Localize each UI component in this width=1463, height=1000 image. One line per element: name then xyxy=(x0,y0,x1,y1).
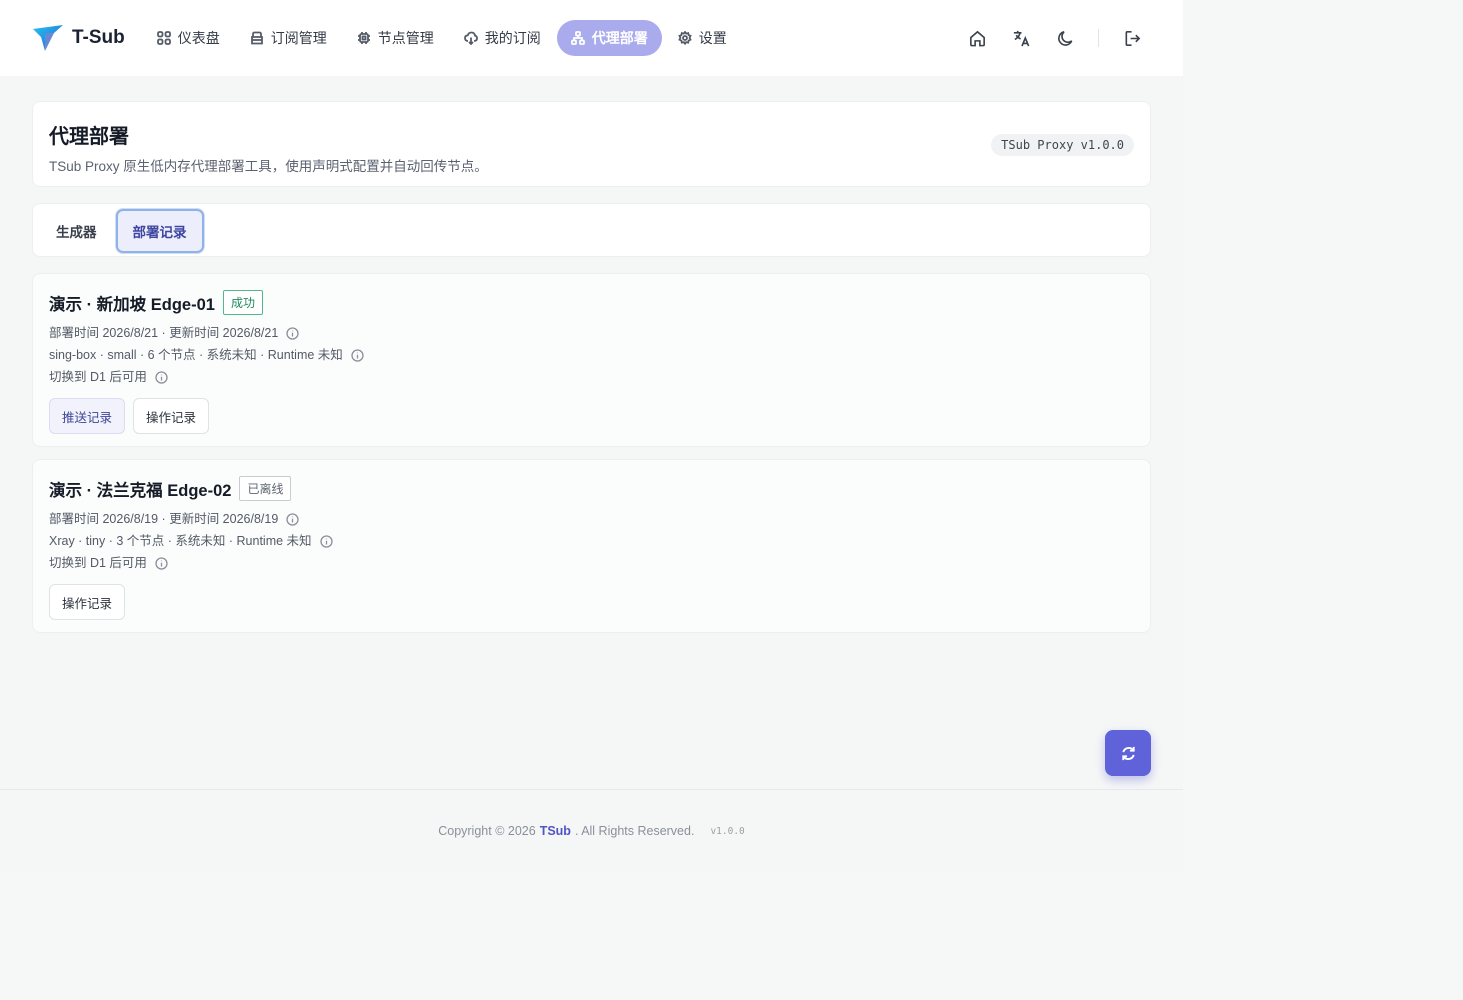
main-nav: 仪表盘 订阅管理 节点管理 我的订阅 代理部署 设置 xyxy=(143,20,741,56)
deployment-spec: Xray · tiny · 3 个节点 · 系统未知 · Runtime 未知 xyxy=(49,535,1134,548)
nav-item-my-subscription[interactable]: 我的订阅 xyxy=(450,20,555,56)
grid-icon xyxy=(156,31,171,45)
info-icon[interactable] xyxy=(155,557,168,570)
cloud-download-icon xyxy=(463,31,478,45)
tab-bar: 生成器 部署记录 xyxy=(32,203,1151,257)
nav-item-label: 订阅管理 xyxy=(270,30,327,46)
status-badge: 成功 xyxy=(222,290,263,315)
page-description: TSub Proxy 原生低内存代理部署工具，使用声明式配置并自动回传节点。 xyxy=(49,159,488,174)
deployment-note-text: 切换到 D1 后可用 xyxy=(49,556,147,570)
deployment-time-text: 部署时间 2026/8/21 · 更新时间 2026/8/21 xyxy=(49,326,279,340)
app-logo[interactable]: T-Sub xyxy=(32,24,125,52)
logout-icon xyxy=(1125,30,1140,46)
nav-item-subscriptions[interactable]: 订阅管理 xyxy=(236,20,341,56)
deployment-title-row: 演示 · 法兰克福 Edge-02 已离线 xyxy=(49,476,1134,501)
info-icon[interactable] xyxy=(286,513,299,526)
tab-generator[interactable]: 生成器 xyxy=(41,209,112,253)
version-badge: TSub Proxy v1.0.0 xyxy=(991,134,1134,156)
translate-icon xyxy=(1013,30,1029,46)
page-title: 代理部署 xyxy=(49,126,129,148)
deployment-title-row: 演示 · 新加坡 Edge-01 成功 xyxy=(49,290,1134,315)
info-icon[interactable] xyxy=(319,535,333,548)
app-root: T-Sub 仪表盘 订阅管理 节点管理 我的订阅 代理部署 设置 代理部署 TS… xyxy=(0,0,1183,872)
top-header: T-Sub 仪表盘 订阅管理 节点管理 我的订阅 代理部署 设置 xyxy=(0,0,1183,76)
deployment-spec-text: Xray · tiny · 3 个节点 · 系统未知 · Runtime 未知 xyxy=(49,534,312,548)
header-divider xyxy=(1098,29,1099,47)
deployment-note: 切换到 D1 后可用 xyxy=(49,557,1134,570)
deployment-note: 切换到 D1 后可用 xyxy=(49,371,1134,384)
gear-icon xyxy=(678,31,692,45)
deployment-card: 演示 · 新加坡 Edge-01 成功 部署时间 2026/8/21 · 更新时… xyxy=(32,273,1151,447)
home-icon xyxy=(969,30,985,46)
deployment-title: 演示 · 新加坡 Edge-01 xyxy=(49,295,215,314)
nav-item-label: 代理部署 xyxy=(591,30,648,46)
info-icon[interactable] xyxy=(351,349,364,362)
chip-icon xyxy=(357,32,370,44)
app-name: T-Sub xyxy=(72,27,125,48)
deployment-spec-text: sing-box · small · 6 个节点 · 系统未知 · Runtim… xyxy=(49,348,343,362)
network-icon xyxy=(570,31,585,45)
push-records-button[interactable]: 推送记录 xyxy=(49,398,126,434)
refresh-button[interactable] xyxy=(1105,730,1151,776)
footer-copyright: Copyright © 2026 xyxy=(438,824,536,838)
page-footer: Copyright © 2026 TSub . All Rights Reser… xyxy=(0,789,1183,872)
header-actions xyxy=(966,0,1143,76)
footer-rights: . All Rights Reserved. xyxy=(574,824,695,838)
nav-item-label: 仪表盘 xyxy=(177,30,220,46)
nav-item-label: 设置 xyxy=(698,30,727,46)
status-badge: 已离线 xyxy=(239,476,292,501)
refresh-icon xyxy=(1121,746,1135,760)
nav-item-label: 节点管理 xyxy=(377,30,434,46)
deployment-card: 演示 · 法兰克福 Edge-02 已离线 部署时间 2026/8/19 · 更… xyxy=(32,459,1151,633)
logo-icon xyxy=(33,25,63,51)
deployment-note-text: 切换到 D1 后可用 xyxy=(49,370,147,384)
theme-toggle-button[interactable] xyxy=(1054,27,1076,49)
deployment-spec: sing-box · small · 6 个节点 · 系统未知 · Runtim… xyxy=(49,349,1134,362)
nav-item-label: 我的订阅 xyxy=(484,30,541,46)
operation-records-button[interactable]: 操作记录 xyxy=(49,584,126,620)
language-button[interactable] xyxy=(1010,27,1032,49)
nav-item-proxy-deploy[interactable]: 代理部署 xyxy=(556,20,662,56)
nav-item-settings[interactable]: 设置 xyxy=(664,20,741,56)
deployment-time-text: 部署时间 2026/8/19 · 更新时间 2026/8/19 xyxy=(49,512,279,526)
operation-records-button[interactable]: 操作记录 xyxy=(133,398,210,434)
footer-brand-link[interactable]: TSub xyxy=(540,824,571,838)
page-header-card: 代理部署 TSub Proxy 原生低内存代理部署工具，使用声明式配置并自动回传… xyxy=(32,101,1151,187)
info-icon[interactable] xyxy=(286,327,299,340)
deployment-actions: 操作记录 xyxy=(49,584,1134,620)
moon-icon xyxy=(1057,30,1072,46)
tab-deploy-records[interactable]: 部署记录 xyxy=(115,209,204,253)
deployment-title: 演示 · 法兰克福 Edge-02 xyxy=(49,481,232,500)
logout-button[interactable] xyxy=(1121,27,1143,49)
footer-version: v1.0.0 xyxy=(710,825,745,837)
home-button[interactable] xyxy=(966,27,988,49)
folder-icon xyxy=(250,31,263,45)
deployment-time: 部署时间 2026/8/21 · 更新时间 2026/8/21 xyxy=(49,327,1134,340)
nav-item-dashboard[interactable]: 仪表盘 xyxy=(143,20,234,56)
deployment-time: 部署时间 2026/8/19 · 更新时间 2026/8/19 xyxy=(49,513,1134,526)
deployment-actions: 推送记录 操作记录 xyxy=(49,398,1134,434)
nav-item-nodes[interactable]: 节点管理 xyxy=(343,20,448,56)
info-icon[interactable] xyxy=(155,371,168,384)
